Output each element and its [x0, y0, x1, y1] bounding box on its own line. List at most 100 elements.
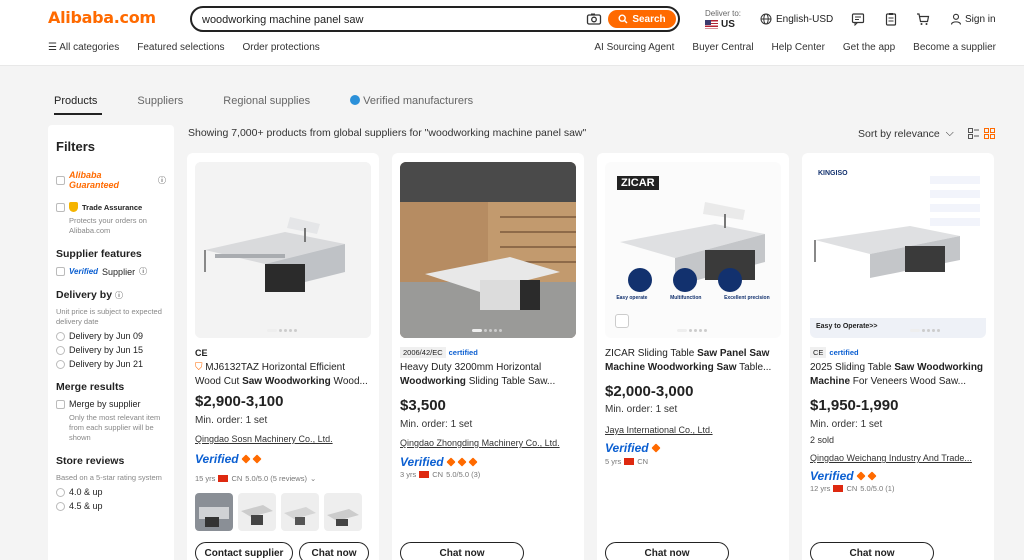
- diamond-icon: [856, 471, 866, 481]
- product-image[interactable]: [400, 162, 576, 338]
- tab-regional-supplies[interactable]: Regional supplies: [223, 95, 310, 107]
- radio[interactable]: [56, 487, 65, 497]
- radio[interactable]: [56, 501, 65, 511]
- thumbnail[interactable]: [281, 493, 319, 531]
- chat-now-button[interactable]: Chat now: [605, 542, 729, 560]
- verified-badge: Verified: [195, 452, 262, 466]
- supplier-meta: 12 yrs CN 5.0/5.0 (1): [810, 484, 895, 493]
- chat-now-button[interactable]: Chat now: [299, 542, 369, 560]
- active-tab-underline: [54, 113, 102, 115]
- all-categories-link[interactable]: ☰ All categories: [48, 42, 119, 53]
- verified-badge-icon: [350, 95, 361, 105]
- orders-icon[interactable]: [884, 12, 898, 26]
- image-caption: Easy to Operate>>: [816, 323, 878, 330]
- radio[interactable]: [56, 359, 65, 369]
- contact-supplier-button[interactable]: Contact supplier: [195, 542, 293, 560]
- guaranteed-icon: ⛉: [195, 362, 206, 373]
- subnav-right: AI Sourcing Agent Buyer Central Help Cen…: [594, 42, 996, 53]
- info-icon[interactable]: ⓘ: [115, 291, 123, 300]
- thumbnail-strip: [195, 493, 362, 531]
- featured-selections-link[interactable]: Featured selections: [137, 42, 224, 53]
- product-card[interactable]: 2006/42/EC certified Heavy Duty 3200mm Ho…: [392, 153, 584, 560]
- checkbox[interactable]: [56, 267, 65, 276]
- chat-now-button[interactable]: Chat now: [810, 542, 934, 560]
- filter-trade-assurance[interactable]: Trade Assurance: [56, 202, 166, 212]
- top-header: Alibaba.com Search Deliver to: US Englis…: [0, 0, 1024, 66]
- product-title[interactable]: 2025 Sliding Table Saw Woodworking Machi…: [810, 361, 986, 389]
- product-card[interactable]: KINGISO Easy to Operate>> CE certified 20…: [802, 153, 994, 560]
- product-image[interactable]: KINGISO Easy to Operate>>: [810, 162, 986, 338]
- help-center-link[interactable]: Help Center: [772, 42, 825, 53]
- rating-option[interactable]: 4.5 & up: [56, 501, 166, 511]
- deliver-to[interactable]: Deliver to: US: [705, 8, 741, 30]
- result-tabs: Products Suppliers Regional supplies Ver…: [54, 95, 553, 107]
- radio[interactable]: [56, 331, 65, 341]
- sign-in-link[interactable]: Sign in: [950, 13, 996, 25]
- language-selector[interactable]: English-USD: [760, 13, 833, 25]
- rating-option[interactable]: 4.0 & up: [56, 487, 166, 497]
- sort-dropdown[interactable]: Sort by relevance ⌵: [858, 127, 954, 140]
- become-supplier-link[interactable]: Become a supplier: [913, 42, 996, 53]
- radio[interactable]: [56, 345, 65, 355]
- product-card[interactable]: ZICAR Easy operate Multifunction Excellent…: [597, 153, 789, 560]
- search-input[interactable]: [202, 11, 572, 29]
- list-view-icon[interactable]: [968, 128, 979, 139]
- tab-products[interactable]: Products: [54, 95, 97, 107]
- product-price: $2,900-3,100: [195, 393, 284, 410]
- diamond-icon: [867, 471, 877, 481]
- chevron-down-icon[interactable]: ⌄: [310, 474, 316, 483]
- product-title[interactable]: ⛉ MJ6132TAZ Horizontal Efficient Wood Cu…: [195, 361, 371, 389]
- cn-flag-icon: [624, 458, 635, 465]
- filter-merge-supplier[interactable]: Merge by supplier: [56, 399, 166, 409]
- thumbnail[interactable]: [324, 493, 362, 531]
- verified-badge: Verified: [810, 469, 877, 483]
- cart-icon[interactable]: [916, 12, 930, 26]
- tab-suppliers[interactable]: Suppliers: [137, 95, 183, 107]
- brand-logo: ZICAR: [617, 176, 659, 190]
- buyer-central-link[interactable]: Buyer Central: [692, 42, 753, 53]
- info-icon[interactable]: ⓘ: [158, 175, 166, 186]
- product-price: $2,000-3,000: [605, 383, 694, 400]
- alibaba-logo[interactable]: Alibaba.com: [48, 8, 156, 27]
- product-image[interactable]: ZICAR Easy operate Multifunction Excellent…: [605, 162, 781, 338]
- checkbox[interactable]: [56, 202, 65, 212]
- image-search-icon[interactable]: [615, 314, 629, 328]
- order-protections-link[interactable]: Order protections: [243, 42, 320, 53]
- ai-sourcing-agent-link[interactable]: AI Sourcing Agent: [594, 42, 674, 53]
- delivery-option[interactable]: Delivery by Jun 15: [56, 345, 166, 355]
- thumbnail[interactable]: [195, 493, 233, 531]
- supplier-link[interactable]: Qingdao Sosn Machinery Co., Ltd.: [195, 434, 371, 444]
- certification-badge: 2006/42/EC certified: [400, 347, 478, 358]
- product-card[interactable]: CE ⛉ MJ6132TAZ Horizontal Efficient Wood…: [187, 153, 379, 560]
- subnav-left: ☰ All categories Featured selections Ord…: [48, 42, 320, 53]
- product-title[interactable]: ZICAR Sliding Table Saw Panel Saw Machin…: [605, 347, 781, 375]
- info-icon[interactable]: ⓘ: [139, 266, 147, 277]
- product-price: $1,950-1,990: [810, 397, 899, 414]
- checkbox[interactable]: [56, 399, 65, 409]
- grid-view-icon[interactable]: [984, 128, 995, 139]
- tab-verified-manufacturers[interactable]: Verified manufacturers: [350, 95, 513, 107]
- supplier-link[interactable]: Qingdao Weichang Industry And Trade...: [810, 453, 986, 463]
- checkbox[interactable]: [56, 175, 65, 185]
- globe-icon: [760, 13, 772, 25]
- filter-alibaba-guaranteed[interactable]: Alibaba Guaranteed ⓘ: [56, 170, 166, 190]
- camera-icon[interactable]: [586, 11, 602, 27]
- search-button[interactable]: Search: [608, 10, 676, 28]
- get-the-app-link[interactable]: Get the app: [843, 42, 895, 53]
- thumbnail[interactable]: [238, 493, 276, 531]
- feature-labels: Easy operate Multifunction Excellent preci…: [616, 295, 770, 301]
- delivery-option[interactable]: Delivery by Jun 09: [56, 331, 166, 341]
- product-image[interactable]: [195, 162, 371, 338]
- user-icon: [950, 13, 962, 25]
- verified-badge: Verified: [605, 441, 661, 455]
- filter-verified-supplier[interactable]: Verified Supplier ⓘ: [56, 266, 166, 277]
- supplier-link[interactable]: Jaya International Co., Ltd.: [605, 425, 781, 435]
- delivery-option[interactable]: Delivery by Jun 21: [56, 359, 166, 369]
- message-icon[interactable]: [851, 12, 865, 26]
- product-title[interactable]: Heavy Duty 3200mm Horizontal Woodworking…: [400, 361, 576, 389]
- panel-saw-photo: [400, 162, 576, 338]
- menu-icon: ☰: [48, 42, 60, 53]
- supplier-link[interactable]: Qingdao Zhongding Machinery Co., Ltd.: [400, 438, 576, 448]
- diamond-icon: [241, 454, 251, 464]
- chat-now-button[interactable]: Chat now: [400, 542, 524, 560]
